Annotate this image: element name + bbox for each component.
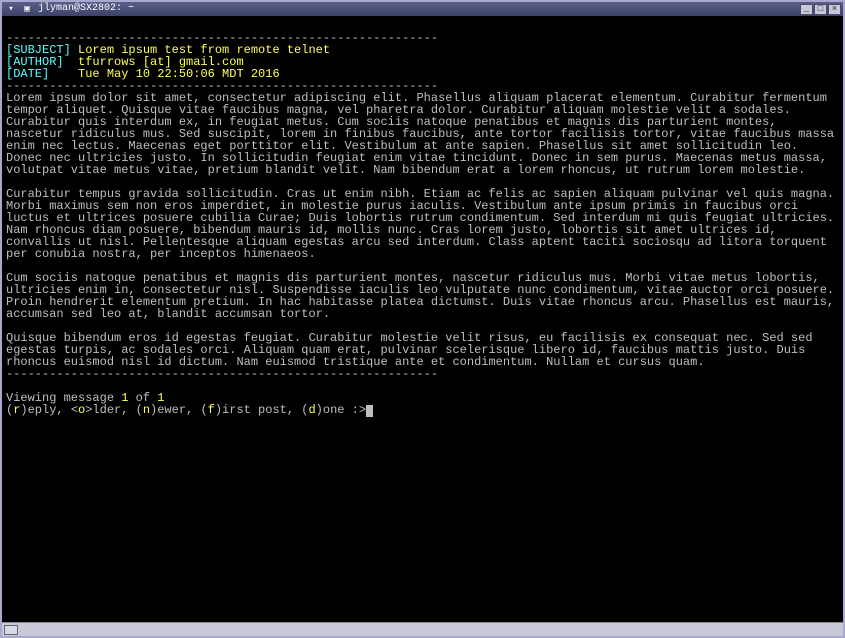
- window-title: jlyman@SX2802: ~: [36, 3, 798, 15]
- prompt-line[interactable]: (r)eply, <o>lder, (n)ewer, (f)irst post,…: [6, 403, 373, 417]
- body-paragraph: Cum sociis natoque penatibus et magnis d…: [6, 271, 841, 321]
- close-button[interactable]: ×: [828, 4, 841, 15]
- divider-line: ----------------------------------------…: [6, 367, 438, 381]
- key-newer: n: [143, 403, 150, 417]
- terminal-window: ▾ ▣ jlyman@SX2802: ~ _ □ × -------------…: [0, 0, 845, 638]
- body-paragraph: Curabitur tempus gravida sollicitudin. C…: [6, 187, 841, 261]
- window-titlebar[interactable]: ▾ ▣ jlyman@SX2802: ~ _ □ ×: [2, 2, 843, 16]
- minimize-button[interactable]: _: [800, 4, 813, 15]
- body-paragraph: Lorem ipsum dolor sit amet, consectetur …: [6, 91, 841, 177]
- taskbar[interactable]: [2, 622, 843, 636]
- taskbar-button[interactable]: [4, 625, 18, 635]
- maximize-button[interactable]: □: [814, 4, 827, 15]
- app-menu-icon[interactable]: ▾: [4, 4, 18, 14]
- key-done: d: [308, 403, 315, 417]
- terminal-icon: ▣: [20, 4, 34, 14]
- terminal-content[interactable]: ----------------------------------------…: [2, 16, 843, 622]
- cursor: [366, 405, 373, 417]
- key-first: f: [208, 403, 215, 417]
- body-paragraph: Quisque bibendum eros id egestas feugiat…: [6, 331, 820, 369]
